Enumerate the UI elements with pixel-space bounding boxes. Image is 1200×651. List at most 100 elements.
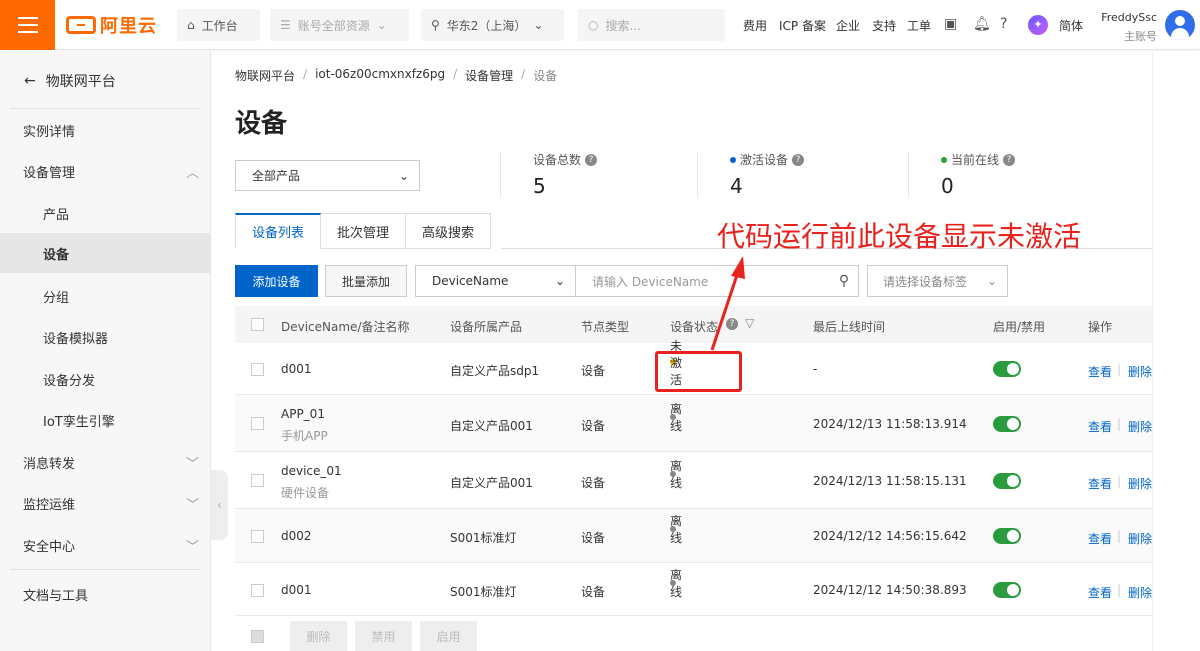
table-header: DeviceName/备注名称 设备所属产品 节点类型 设备状态 ? ▽ 最后上… <box>235 306 1152 343</box>
sidebar-item-label: 设备管理 <box>23 165 76 181</box>
help-icon[interactable]: ? <box>585 153 598 166</box>
search-icon[interactable]: ⚲ <box>830 266 858 296</box>
row-checkbox[interactable] <box>251 363 264 376</box>
link-ticket[interactable]: 工单 <box>907 17 931 34</box>
enable-toggle[interactable] <box>993 528 1021 544</box>
tab-advanced-search[interactable]: 高级搜索 <box>406 213 492 249</box>
logo[interactable]: 阿里云 <box>66 13 157 37</box>
enable-toggle[interactable] <box>993 361 1021 377</box>
sidebar-item-simulator[interactable]: 设备模拟器 <box>0 317 211 357</box>
device-name-input[interactable]: 请输入 DeviceName <box>576 266 830 296</box>
breadcrumb-item[interactable]: 物联网平台 <box>235 67 295 84</box>
arrow-left-icon: ← <box>24 73 36 89</box>
sidebar-item-label: 设备分发 <box>43 373 96 389</box>
ai-assistant-icon[interactable]: ✦ <box>1028 15 1048 35</box>
column-header: 节点类型 <box>581 320 630 334</box>
sidebar-item-docs[interactable]: 文档与工具 <box>0 574 211 614</box>
stat-total: 设备总数? 5 <box>533 151 598 198</box>
help-icon[interactable]: ? <box>1000 16 1007 32</box>
device-product[interactable]: 自定义产品001 <box>450 474 533 491</box>
view-link[interactable]: 查看 <box>1088 530 1112 547</box>
help-icon[interactable]: ? <box>1003 153 1016 166</box>
device-name: d001 <box>281 583 312 597</box>
region-dropdown[interactable]: ⚲ 华东2（上海） ⌄ <box>421 9 564 41</box>
language-switch[interactable]: 简体 <box>1059 17 1083 34</box>
chevron-down-icon: ⌄ <box>398 168 409 183</box>
avatar-icon[interactable] <box>1165 10 1195 40</box>
sidebar-item-security[interactable]: 安全中心 ﹀ <box>0 525 211 565</box>
link-support[interactable]: 支持 <box>872 17 896 34</box>
sidebar-item-device[interactable]: 设备 <box>0 233 211 273</box>
device-product[interactable]: 自定义产品sdp1 <box>450 362 539 379</box>
batch-add-button[interactable]: 批量添加 <box>325 265 407 297</box>
link-fees[interactable]: 费用 <box>743 17 767 34</box>
help-icon[interactable]: ? <box>792 153 805 166</box>
sidebar-item-twin-engine[interactable]: IoT孪生引擎 <box>0 400 211 440</box>
device-node-type: 设备 <box>581 476 606 490</box>
sidebar-item-group[interactable]: 分组 <box>0 276 211 316</box>
sidebar-item-label: 安全中心 <box>23 539 76 555</box>
enable-toggle[interactable] <box>993 582 1021 598</box>
help-icon[interactable]: ? <box>726 318 738 330</box>
product-filter-select[interactable]: 全部产品 ⌄ <box>235 160 420 191</box>
delete-link[interactable]: 删除 <box>1128 418 1152 435</box>
divider <box>10 108 201 109</box>
menu-button[interactable] <box>0 0 55 50</box>
row-checkbox[interactable] <box>251 474 264 487</box>
resources-dropdown[interactable]: ☰ 账号全部资源 ⌄ <box>270 9 409 41</box>
view-link[interactable]: 查看 <box>1088 475 1112 492</box>
aliyun-logo-icon <box>66 16 96 34</box>
breadcrumb-item[interactable]: 设备管理 <box>465 67 513 84</box>
view-link[interactable]: 查看 <box>1088 418 1112 435</box>
device-product[interactable]: S001标准灯 <box>450 529 517 546</box>
row-checkbox[interactable] <box>251 530 264 543</box>
annotation-highlight-box <box>655 351 742 392</box>
logo-text: 阿里云 <box>100 16 157 37</box>
chevron-down-icon: ﹀ <box>185 456 199 472</box>
bell-icon[interactable]: 🔔︎ <box>973 16 991 32</box>
terminal-icon[interactable]: ▣ <box>944 16 957 32</box>
delete-link[interactable]: 删除 <box>1128 584 1152 601</box>
delete-link[interactable]: 删除 <box>1128 530 1152 547</box>
top-bar: 阿里云 ⌂ 工作台 ☰ 账号全部资源 ⌄ ⚲ 华东2（上海） ⌄ ○ 搜索...… <box>0 0 1200 50</box>
device-product[interactable]: 自定义产品001 <box>450 417 533 434</box>
sidebar-item-product[interactable]: 产品 <box>0 193 211 233</box>
breadcrumb-item[interactable]: iot-06z00cmxnxfz6pg <box>315 67 445 84</box>
tab-batch[interactable]: 批次管理 <box>321 213 407 249</box>
bulk-enable-button[interactable]: 启用 <box>420 621 477 651</box>
row-checkbox[interactable] <box>251 417 264 430</box>
sidebar-item-distribution[interactable]: 设备分发 <box>0 359 211 399</box>
last-online-time: 2024/12/12 14:50:38.893 <box>813 583 967 597</box>
link-enterprise[interactable]: 企业 <box>836 17 860 34</box>
device-product[interactable]: S001标准灯 <box>450 583 517 600</box>
chevron-down-icon: ﹀ <box>185 539 199 555</box>
sidebar-back[interactable]: ← 物联网平台 <box>24 71 116 91</box>
tag-select[interactable]: 请选择设备标签 ⌄ <box>867 265 1008 297</box>
enable-toggle[interactable] <box>993 416 1021 432</box>
bulk-delete-button[interactable]: 删除 <box>290 621 347 651</box>
row-checkbox[interactable] <box>251 584 264 597</box>
workbench-button[interactable]: ⌂ 工作台 <box>177 9 260 41</box>
select-all-checkbox[interactable] <box>251 629 264 643</box>
delete-link[interactable]: 删除 <box>1128 363 1152 380</box>
search-input[interactable]: ○ 搜索... <box>578 9 725 41</box>
link-icp[interactable]: ICP 备案 <box>779 17 826 34</box>
select-all-checkbox[interactable] <box>251 318 264 331</box>
delete-link[interactable]: 删除 <box>1128 475 1152 492</box>
search-field-select[interactable]: DeviceName ⌄ <box>416 266 576 296</box>
sidebar-item-monitoring[interactable]: 监控运维 ﹀ <box>0 483 211 523</box>
filter-icon[interactable]: ▽ <box>745 316 754 330</box>
user-name[interactable]: FreddySsc <box>1101 11 1157 24</box>
status-label: 离线 <box>670 514 683 545</box>
sidebar-item-message-forward[interactable]: 消息转发 ﹀ <box>0 442 211 482</box>
view-link[interactable]: 查看 <box>1088 363 1112 380</box>
add-device-button[interactable]: 添加设备 <box>235 265 318 297</box>
bulk-actions: 删除 禁用 启用 <box>235 621 477 651</box>
sidebar-item-instance[interactable]: 实例详情 <box>0 110 211 150</box>
view-link[interactable]: 查看 <box>1088 584 1112 601</box>
tab-device-list[interactable]: 设备列表 <box>235 213 322 249</box>
enable-toggle[interactable] <box>993 473 1021 489</box>
breadcrumb: 物联网平台 / iot-06z00cmxnxfz6pg / 设备管理 / 设备 <box>235 67 558 84</box>
bulk-disable-button[interactable]: 禁用 <box>355 621 412 651</box>
sidebar-item-device-mgmt[interactable]: 设备管理 ︿ <box>0 151 211 191</box>
